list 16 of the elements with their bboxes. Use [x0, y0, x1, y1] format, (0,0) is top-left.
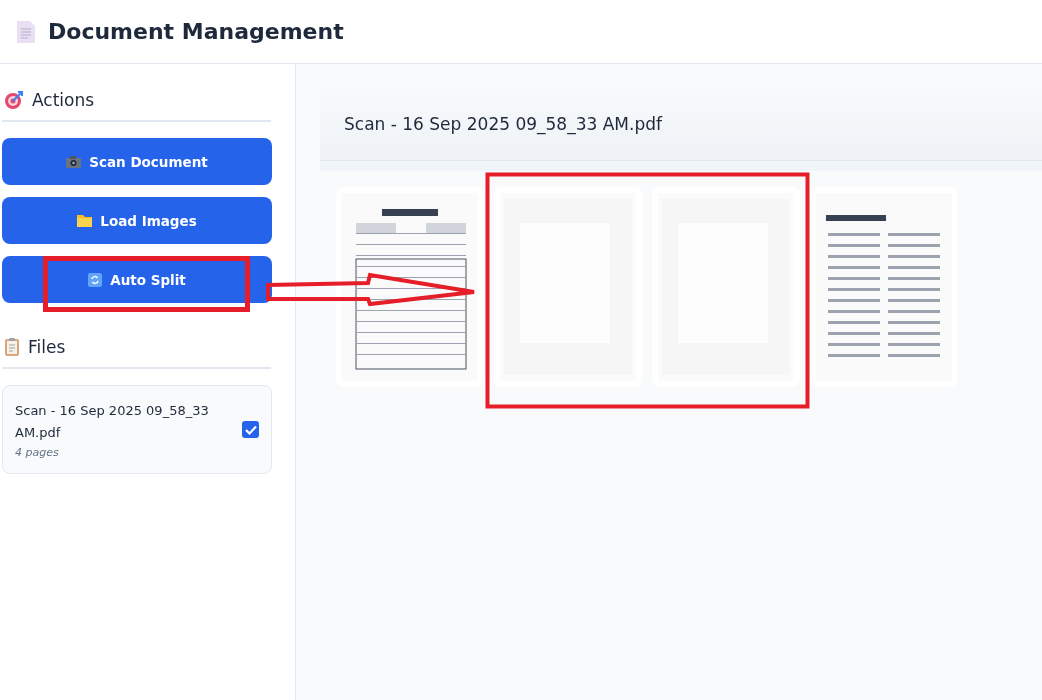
- camera-icon: [66, 155, 82, 168]
- refresh-icon: [88, 272, 103, 287]
- checkbox[interactable]: [242, 421, 259, 438]
- folder-icon: [77, 214, 93, 227]
- file-name: Scan - 16 Sep 2025 09_58_33 AM.pdf: [15, 402, 210, 442]
- document-title: Scan - 16 Sep 2025 09_58_33 AM.pdf: [344, 114, 662, 134]
- section-heading: Files: [28, 337, 66, 357]
- target-icon: [4, 90, 24, 110]
- app-title: Document Management: [48, 19, 344, 44]
- document-icon: [16, 19, 36, 44]
- action-button[interactable]: Scan Document: [2, 138, 272, 185]
- clipboard-icon: [4, 337, 20, 357]
- page-count: 4 pages: [15, 446, 60, 459]
- section-heading: Actions: [32, 90, 95, 110]
- action-button[interactable]: Load Images: [2, 197, 272, 244]
- file-card[interactable]: Scan - 16 Sep 2025 09_58_33 AM.pdf 4 pages: [2, 385, 272, 474]
